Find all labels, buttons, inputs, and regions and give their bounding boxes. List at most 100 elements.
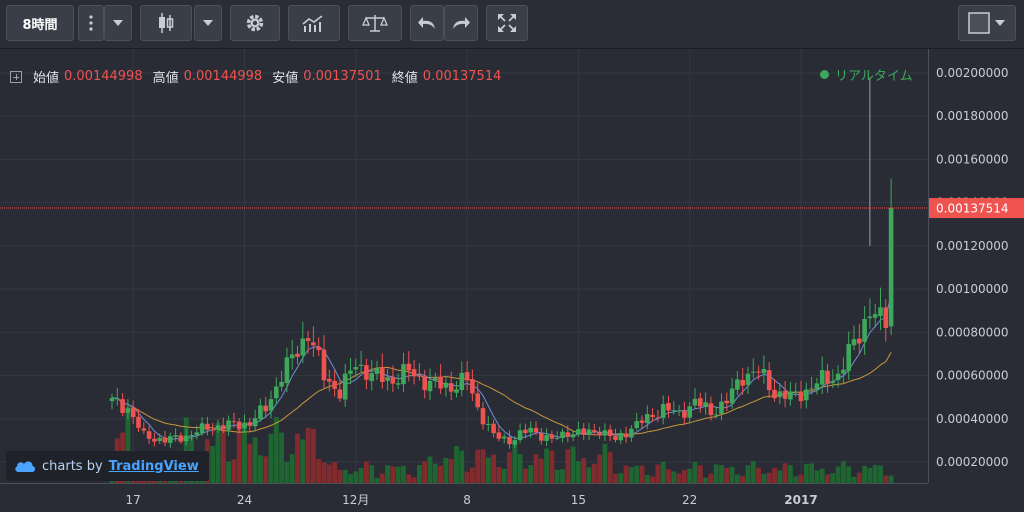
candle-body [841,369,846,374]
volume-bar [671,471,677,483]
volume-bar [538,458,544,483]
candle-body [427,380,433,392]
chart-style-button[interactable] [140,5,192,41]
legend-open-label: 始値 [33,71,60,86]
volume-bar [305,427,311,483]
candle-body [544,435,549,441]
volume-bar [480,449,486,483]
candle-body [549,434,555,439]
price-tick-label: 0.00100000 [936,282,1009,296]
fullscreen-button[interactable] [486,5,528,41]
candle-body [226,420,231,430]
candle-body [183,435,189,442]
chart-toolbar: 8時間 [0,0,1024,49]
candle-body [867,316,873,319]
time-tick-label: 15 [571,493,586,507]
candle-body [141,428,147,431]
volume-bar [639,465,645,483]
volume-bar [634,465,640,483]
candle-body [740,380,745,386]
candle-body [258,405,263,419]
volume-bar [618,473,624,483]
redo-button[interactable] [444,5,478,41]
candle-body [459,372,465,390]
volume-bar [475,449,481,483]
volume-bar [273,417,279,483]
candle-body [321,349,327,381]
candle-body [745,373,751,386]
volume-bar [655,464,661,483]
candle-body [454,389,459,393]
legend-toggle-icon[interactable] [10,70,22,83]
volume-bar [660,461,666,483]
volume-bar [501,468,507,483]
legend-close-label: 終値 [391,71,418,86]
volume-bar [247,443,253,483]
candle-body [390,377,396,384]
interval-button[interactable]: 8時間 [6,5,74,41]
volume-bar [830,473,836,483]
candle-body [236,421,242,429]
candle-body [194,432,200,436]
volume-bar [554,469,560,483]
volume-bar [464,471,470,483]
volume-bar [507,452,512,483]
candle-body [735,379,740,390]
tradingview-watermark[interactable]: charts by TradingView [6,451,209,481]
volume-bar [395,466,401,483]
watermark-brand-link[interactable]: TradingView [109,459,199,474]
volume-bar [756,467,761,483]
volume-bar [332,462,337,483]
volume-bar [353,471,359,483]
compare-button[interactable] [348,5,402,41]
volume-bar [851,476,857,483]
volume-bar [782,463,788,483]
volume-bar [835,466,841,483]
current-price-label: 0.00137514 [936,202,1009,216]
candle-body [205,423,210,430]
layout-button[interactable] [958,5,1016,41]
candle-body [274,386,279,399]
volume-bar [512,443,518,483]
volume-bar [793,476,799,483]
settings-button[interactable] [230,5,280,41]
volume-bar [613,473,618,483]
volume-bar [263,456,269,483]
candle-body [708,403,714,415]
interval-more-button[interactable] [78,5,104,41]
candle-body [289,354,295,359]
indicators-button[interactable] [288,5,340,41]
volume-bar [708,473,714,483]
volume-bar [623,465,629,483]
candle-body [173,435,178,437]
volume-bar [411,477,417,483]
volume-bar [803,464,809,483]
candle-body [888,208,894,327]
candle-body [501,436,507,439]
volume-bar [846,466,852,483]
volume-bar [814,470,820,483]
volume-bar [713,464,719,483]
legend-high-value: 0.00144998 [183,69,263,84]
volume-bar [226,461,231,483]
candle-body [570,434,576,438]
undo-button[interactable] [410,5,444,41]
volume-bar [268,433,274,483]
volume-bar [809,463,814,483]
volume-bar [289,454,295,483]
price-tick-label: 0.00060000 [936,369,1009,383]
candle-body [337,389,343,399]
price-tick-label: 0.00040000 [936,412,1009,426]
volume-bar [252,437,258,483]
time-tick-label: 17 [126,493,141,507]
candle-body [565,432,571,437]
interval-dropdown-button[interactable] [104,5,132,41]
volume-bar [883,475,889,483]
candle-body [475,393,480,408]
volume-bar [533,454,539,483]
chart-area[interactable]: 0.00020000 0.00040000 0.00060000 0.00080000… [0,49,1024,512]
realtime-dot-icon [820,70,829,79]
price-chart[interactable]: 0.00020000 0.00040000 0.00060000 0.00080000… [0,49,1024,512]
chart-style-dropdown-button[interactable] [194,5,222,41]
volume-bar [878,465,883,483]
